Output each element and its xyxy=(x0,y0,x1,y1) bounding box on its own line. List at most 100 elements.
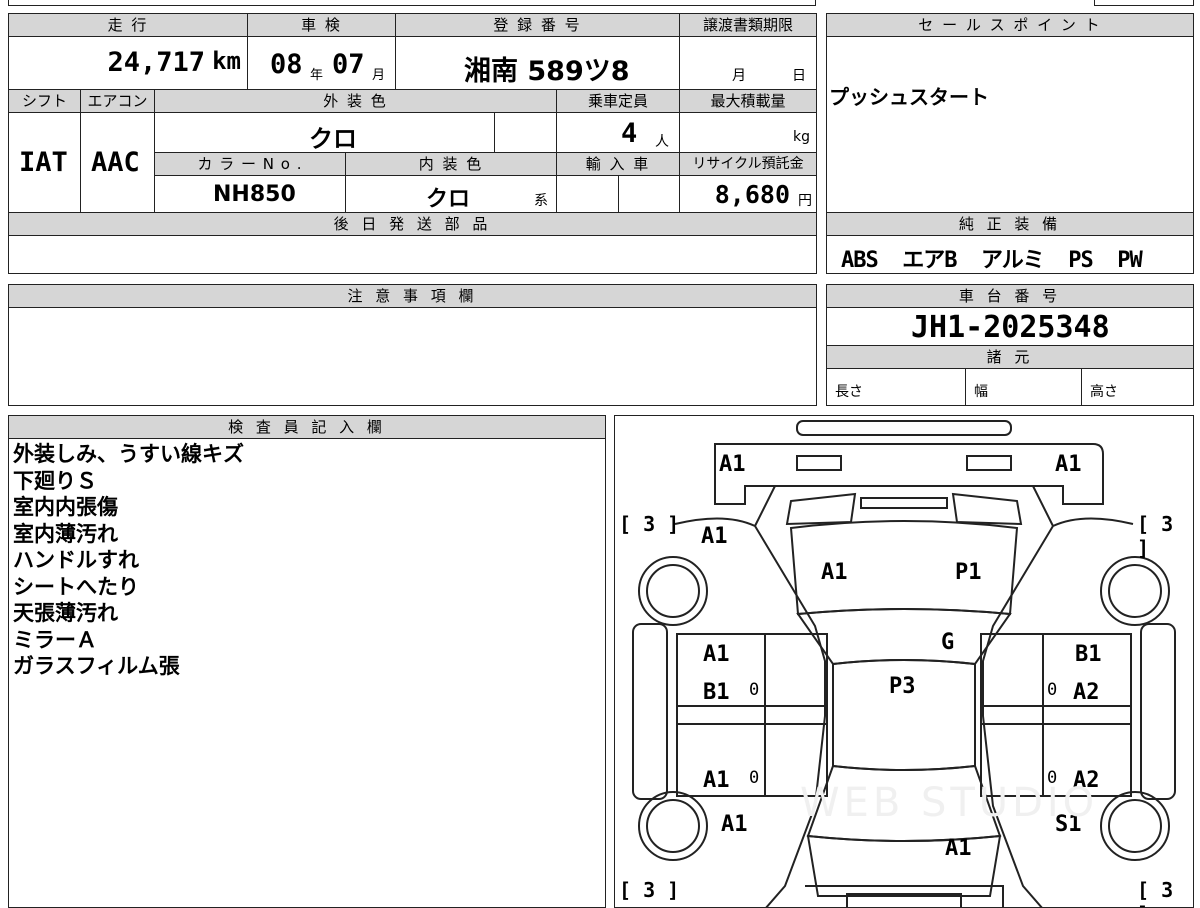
aircon-value: AAC xyxy=(91,147,140,178)
inspection-month: 07 xyxy=(332,49,365,80)
shift-cell: IAT xyxy=(8,112,81,213)
header-specs: 諸 元 xyxy=(826,345,1194,369)
top-strip-right xyxy=(1094,0,1194,6)
note-line: 室内薄汚れ xyxy=(13,521,118,546)
note-line: ガラスフィルム張 xyxy=(13,654,180,678)
mark-front-door-left-top: A1 xyxy=(703,642,730,667)
deadline-day: 日 xyxy=(792,68,806,84)
header-inspection: 車 検 xyxy=(247,13,396,37)
recycle-value: 8,680 xyxy=(714,180,790,209)
mark-rear-door-left: A1 xyxy=(703,768,730,793)
header-genuine-equipment: 純 正 装 備 xyxy=(826,212,1194,236)
spec-width-cell: 幅 xyxy=(965,368,1082,406)
chassis-no-value: JH1-2025348 xyxy=(911,310,1110,345)
header-max-load: 最大積載量 xyxy=(679,89,817,113)
mark-front-right: A1 xyxy=(1055,452,1082,477)
note-line: ミラーＡ xyxy=(13,627,97,652)
tire-rear-left: [ 3 ] xyxy=(619,878,680,902)
max-load-unit: kg xyxy=(793,129,810,145)
exterior-color-cell: クロ xyxy=(154,112,495,153)
inspector-notes-cell: 外装しみ、うすい線キズ 下廻りＳ 室内内張傷 室内薄汚れ ハンドルすれ シートへ… xyxy=(8,438,606,908)
mileage-cell: 24,717 km xyxy=(8,36,248,90)
header-sales-point: セ ー ル ス ポ イ ン ト xyxy=(826,13,1194,37)
exterior-color-value: クロ xyxy=(309,125,357,153)
note-line: 外装しみ、うすい線キズ xyxy=(13,442,244,466)
color-no-cell: NH850 xyxy=(154,175,346,213)
recycle-unit: 円 xyxy=(798,193,812,209)
deadline-cell: 月 日 xyxy=(679,36,817,90)
later-parts-cell xyxy=(8,235,817,274)
header-capacity: 乗車定員 xyxy=(556,89,680,113)
interior-color-value: クロ xyxy=(426,187,471,212)
note-line: 室内内張傷 xyxy=(13,495,118,519)
notes-cell xyxy=(8,307,817,406)
mark-front-left: A1 xyxy=(719,452,746,477)
header-notes: 注 意 事 項 欄 xyxy=(8,284,817,308)
import-cell-a xyxy=(556,175,619,213)
mark-front-door-left-bottom: B1 xyxy=(703,680,730,705)
inspection-year-unit: 年 xyxy=(310,68,324,83)
mark-zero-2: 0 xyxy=(1047,680,1058,700)
mark-zero-1: 0 xyxy=(749,680,760,700)
mileage-unit: km xyxy=(212,47,241,75)
tire-front-left: [ 3 ] xyxy=(619,512,680,536)
watermark: WEB STUDIO xyxy=(800,780,1099,826)
shift-value: IAT xyxy=(19,147,68,178)
capacity-cell: 4 人 xyxy=(556,112,680,153)
top-strip xyxy=(8,0,816,6)
header-inspector: 検 査 員 記 入 欄 xyxy=(8,415,606,439)
car-outline-svg xyxy=(632,420,1176,907)
deadline-month: 月 xyxy=(732,68,746,84)
genuine-equipment-value: ABS エアB アルミ PS PW xyxy=(841,248,1143,273)
aircon-cell: AAC xyxy=(80,112,155,213)
mark-zero-3: 0 xyxy=(749,768,760,788)
interior-color-cell: クロ 系 xyxy=(345,175,557,213)
header-chassis-no: 車 台 番 号 xyxy=(826,284,1194,308)
header-later-parts: 後 日 発 送 部 品 xyxy=(8,212,817,236)
inspection-year: 08 xyxy=(270,49,303,80)
color-no-value: NH850 xyxy=(213,182,296,207)
header-color-no: カ ラ ー N o . xyxy=(154,152,346,176)
header-registration: 登 録 番 号 xyxy=(395,13,680,37)
registration-value: 湘南 589ツ8 xyxy=(464,56,630,87)
mileage-value: 24,717 xyxy=(107,47,205,78)
inspection-month-unit: 月 xyxy=(372,68,386,83)
mark-front-door-right-bottom: A2 xyxy=(1073,680,1100,705)
note-line: 下廻りＳ xyxy=(13,468,97,493)
note-line: シートへたり xyxy=(13,574,139,599)
exterior-color-extra xyxy=(494,112,557,153)
mark-front-door-right-top: B1 xyxy=(1075,642,1102,667)
header-aircon: エアコン xyxy=(80,89,155,113)
genuine-equipment-cell: ABS エアB アルミ PS PW xyxy=(826,235,1194,274)
chassis-no-cell: JH1-2025348 xyxy=(826,307,1194,346)
note-line: 天張薄汚れ xyxy=(13,601,118,625)
recycle-cell: 8,680 円 xyxy=(679,175,817,213)
mark-rear: A1 xyxy=(945,836,972,861)
mark-hood-right: P1 xyxy=(955,560,982,585)
mark-fender-left: A1 xyxy=(701,524,728,549)
registration-cell: 湘南 589ツ8 xyxy=(395,36,680,90)
header-mileage: 走 行 xyxy=(8,13,248,37)
header-recycle: リサイクル預託金 xyxy=(679,152,817,176)
tire-rear-right: [ 3 ] xyxy=(1137,878,1174,907)
capacity-unit: 人 xyxy=(655,134,669,150)
note-line: ハンドルすれ xyxy=(13,548,139,572)
spec-length-cell: 長さ xyxy=(826,368,966,406)
header-shift: シフト xyxy=(8,89,81,113)
tire-front-right: [ 3 ] xyxy=(1137,512,1174,560)
spec-width-label: 幅 xyxy=(974,384,988,400)
mark-windshield: G xyxy=(941,630,955,655)
mark-roof: P3 xyxy=(889,674,916,699)
sales-point-cell: プッシュスタート xyxy=(826,36,1194,213)
damage-diagram: [ 3 ] [ 3 ] [ 3 ] [ 3 ] A1 A1 A1 A1 P1 G… xyxy=(614,415,1194,908)
import-cell-b xyxy=(618,175,680,213)
spec-length-label: 長さ xyxy=(835,384,863,400)
interior-color-suffix: 系 xyxy=(534,193,548,209)
header-transfer-deadline: 譲渡書類期限 xyxy=(679,13,817,37)
header-interior-color: 内 装 色 xyxy=(345,152,557,176)
spec-height-label: 高さ xyxy=(1090,384,1118,400)
inspector-notes-list: 外装しみ、うすい線キズ 下廻りＳ 室内内張傷 室内薄汚れ ハンドルすれ シートへ… xyxy=(13,441,244,680)
mark-rear-fender-left: A1 xyxy=(721,812,748,837)
spec-height-cell: 高さ xyxy=(1081,368,1194,406)
header-exterior-color: 外 装 色 xyxy=(154,89,557,113)
